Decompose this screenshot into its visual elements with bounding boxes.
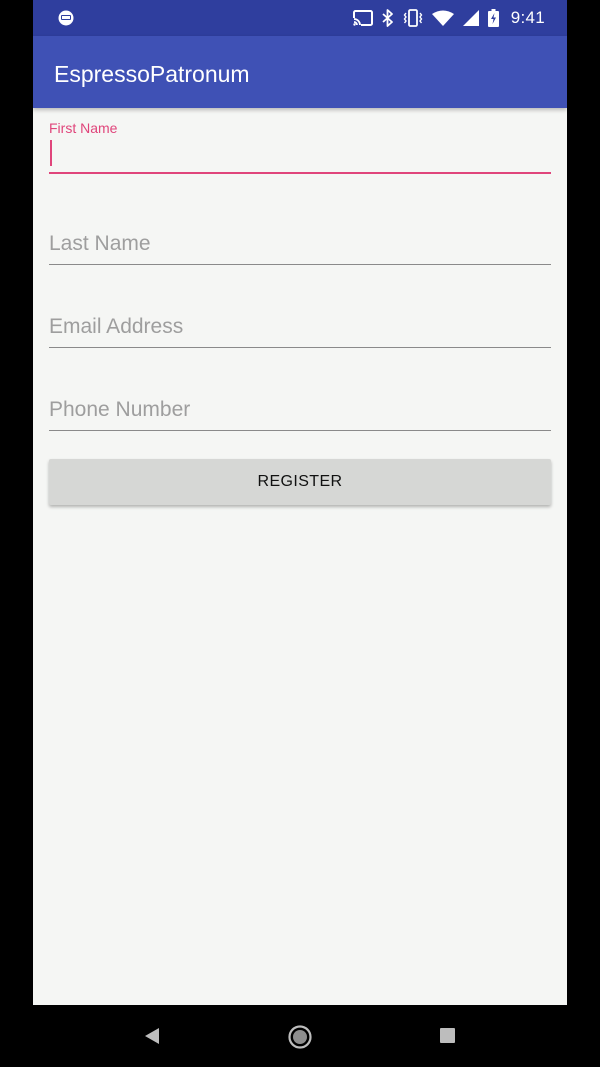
phone-field[interactable]: Phone Number [49, 397, 551, 431]
email-field[interactable]: Email Address [49, 314, 551, 348]
status-bar: 9:41 [33, 0, 567, 36]
recents-icon[interactable] [440, 1028, 455, 1043]
bluetooth-icon [382, 9, 394, 27]
status-time: 9:41 [510, 8, 545, 27]
app-title: EspressoPatronum [54, 61, 250, 87]
text-cursor [50, 140, 52, 166]
cast-icon [352, 10, 373, 26]
home-icon[interactable] [288, 1025, 312, 1054]
back-icon[interactable] [144, 1027, 160, 1050]
vibrate-icon [403, 9, 423, 27]
first-name-label: First Name [49, 120, 118, 136]
notification-app-icon [57, 10, 75, 26]
first-name-input[interactable] [49, 136, 551, 174]
last-name-input[interactable]: Last Name [49, 231, 551, 265]
system-nav-bar [0, 1005, 600, 1067]
phone-input[interactable]: Phone Number [49, 397, 551, 431]
first-name-field[interactable]: First Name [49, 120, 551, 174]
app-screen: 9:41 EspressoPatronum First Name Last Na… [33, 0, 567, 1005]
email-input[interactable]: Email Address [49, 314, 551, 348]
battery-charging-icon [487, 9, 499, 27]
cell-signal-icon [462, 10, 479, 26]
register-button[interactable]: REGISTER [49, 459, 551, 505]
wifi-icon [431, 10, 454, 26]
status-icons: 9:41 [352, 0, 545, 36]
last-name-field[interactable]: Last Name [49, 231, 551, 265]
app-toolbar: EspressoPatronum [33, 36, 567, 108]
